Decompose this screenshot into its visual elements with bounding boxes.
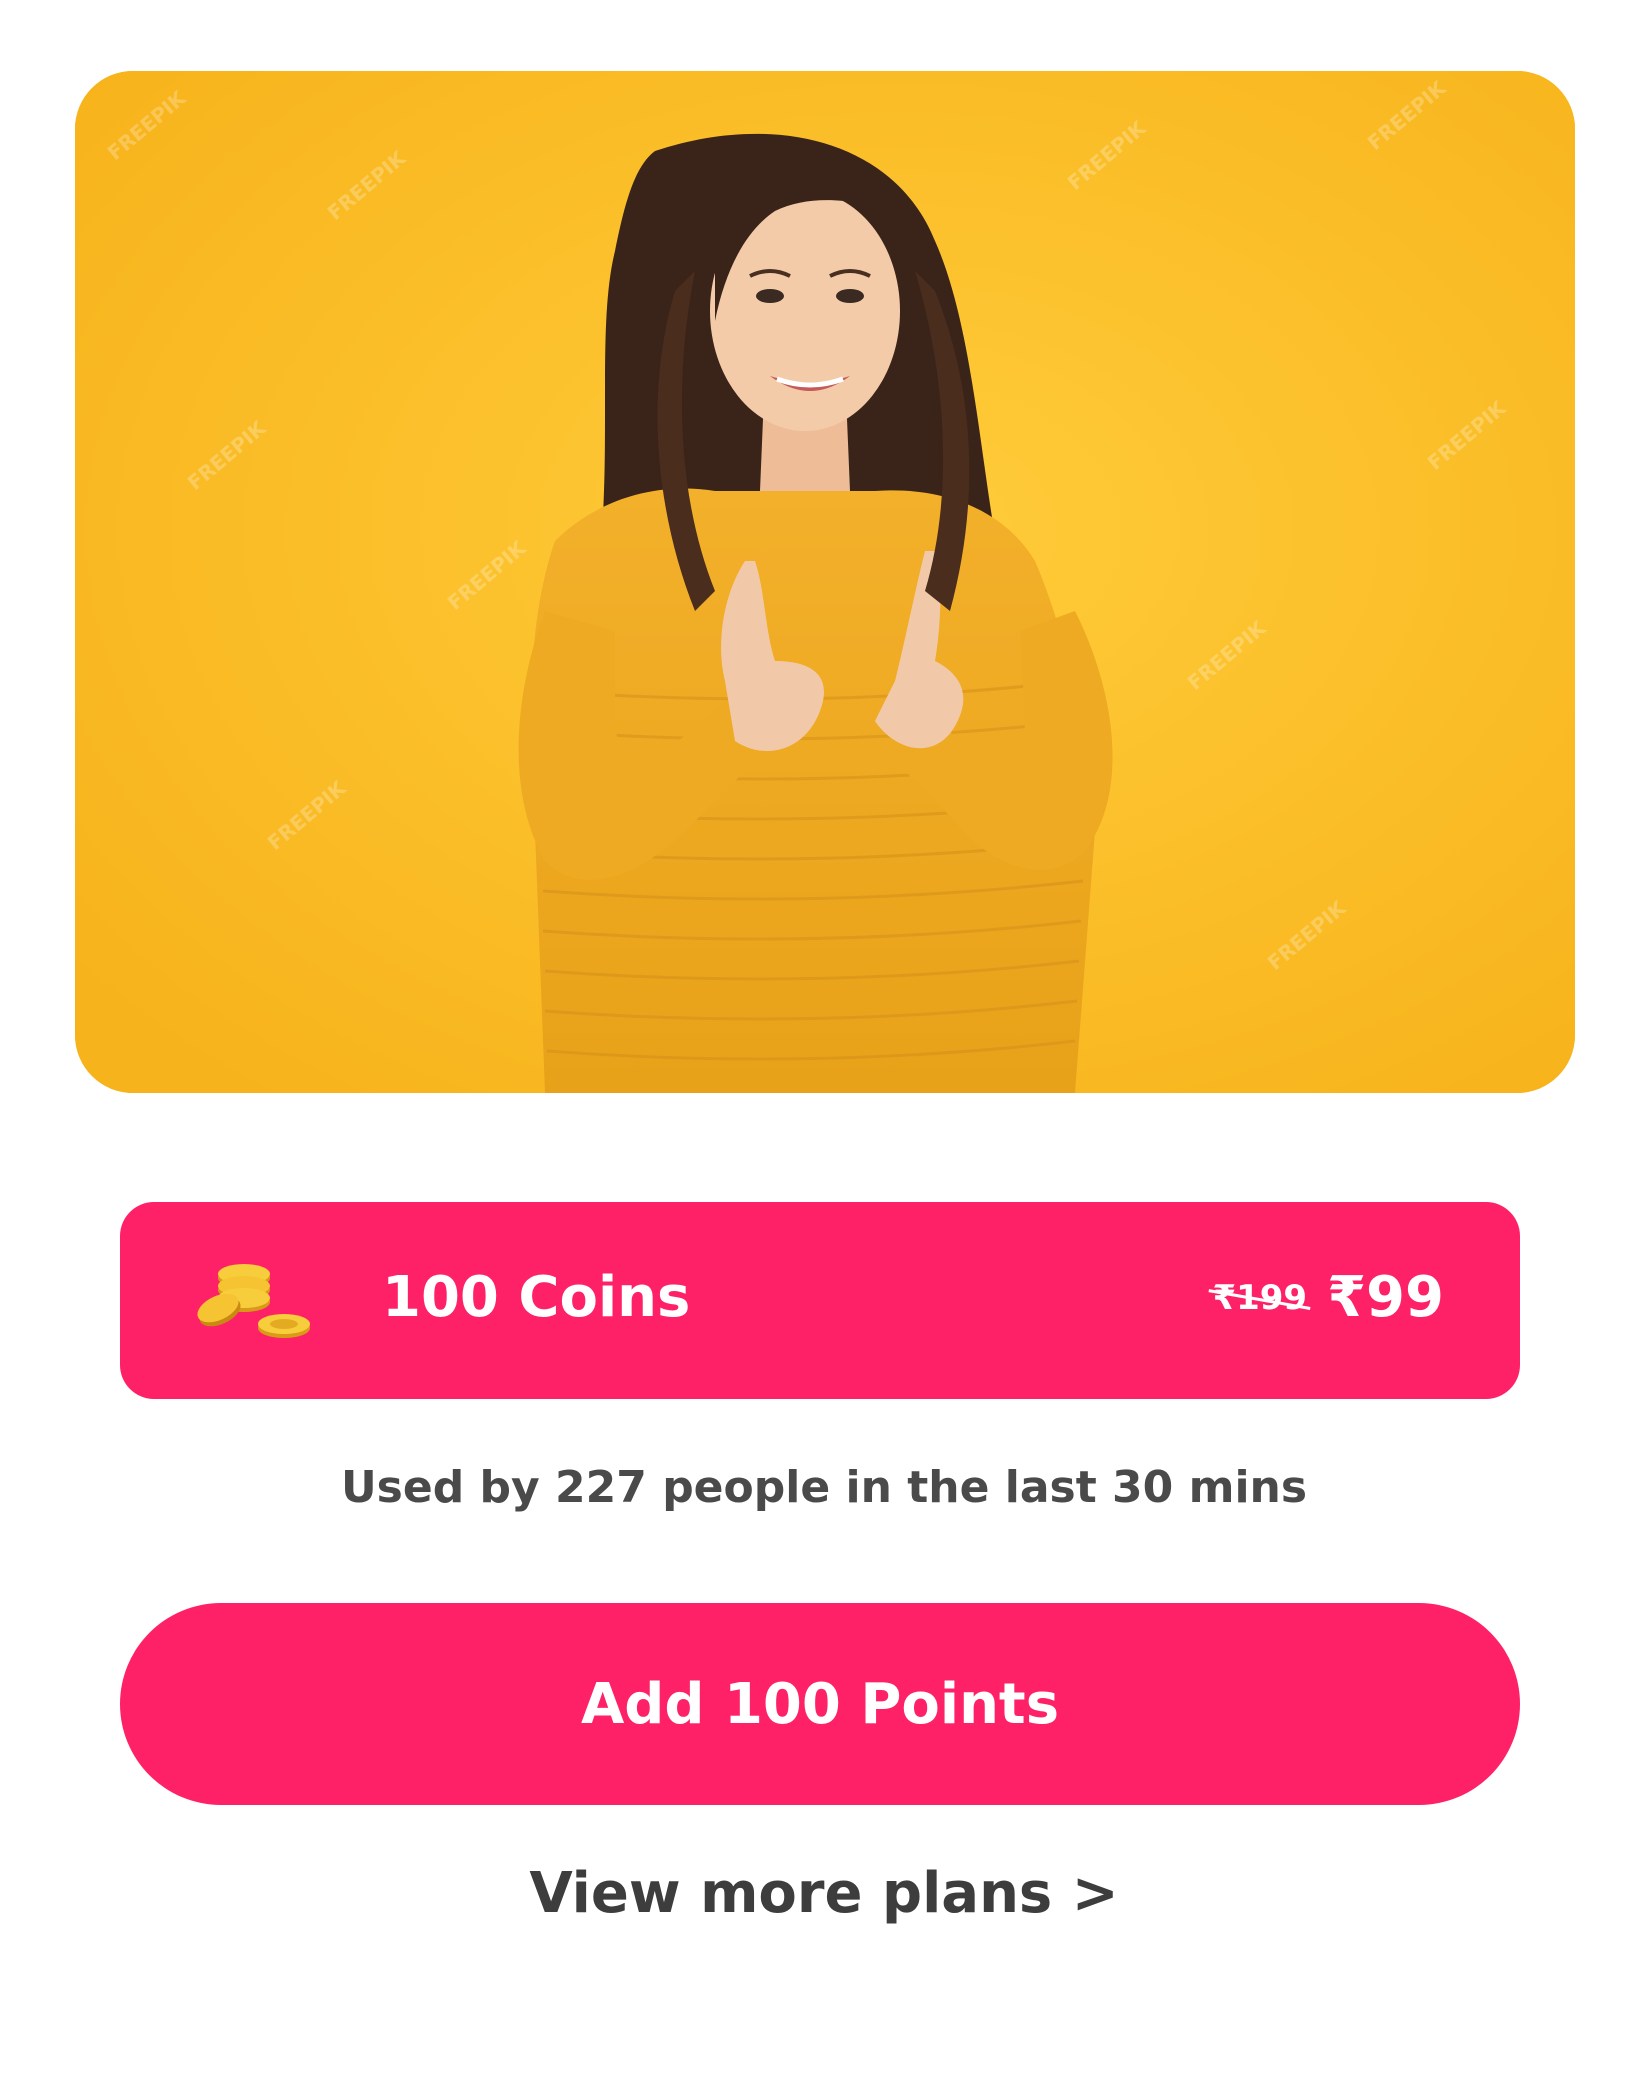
original-price: ₹199	[1212, 1262, 1307, 1334]
plan-price: ₹199 ₹99	[1212, 1262, 1444, 1334]
plan-title: 100 Coins	[382, 1265, 691, 1330]
plan-card[interactable]: 100 Coins ₹199 ₹99	[120, 1202, 1520, 1399]
hero-image: FREEPIK FREEPIK FREEPIK FREEPIK FREEPIK …	[75, 71, 1575, 1093]
add-points-button[interactable]: Add 100 Points	[120, 1603, 1520, 1805]
discounted-price: ₹99	[1327, 1265, 1444, 1330]
view-more-plans-link[interactable]: View more plans >	[0, 1858, 1648, 1930]
gold-coins-icon	[197, 1264, 310, 1338]
usage-note: Used by 227 people in the last 30 mins	[340, 1462, 1308, 1513]
